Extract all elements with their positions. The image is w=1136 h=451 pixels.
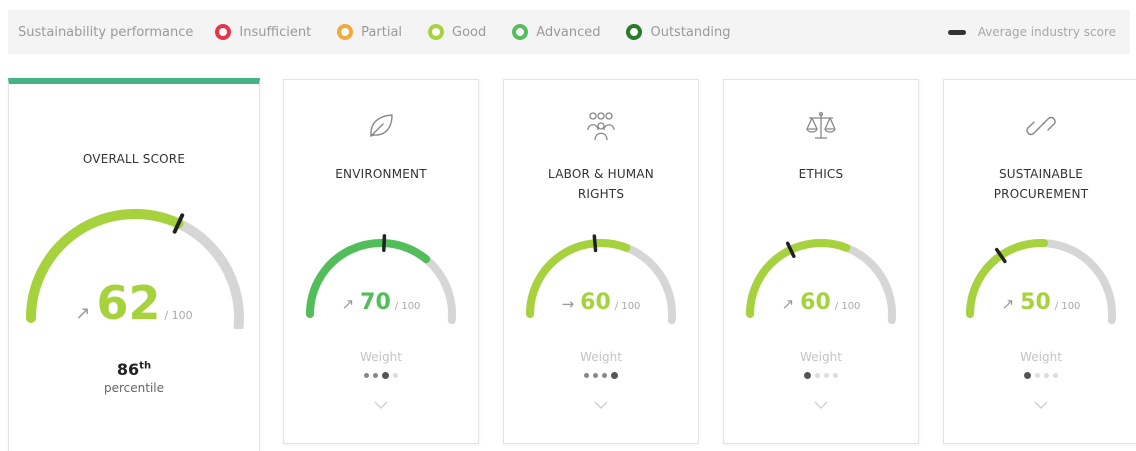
- category-score-max: / 100: [614, 301, 641, 312]
- category-score: ↗ 50 / 100: [944, 290, 1136, 315]
- weight-dot: [393, 373, 398, 378]
- chevron-down-icon[interactable]: [724, 400, 918, 410]
- category-title: LABOR & HUMAN RIGHTS: [548, 167, 654, 201]
- category-card-sustainable-procurement[interactable]: SUSTAINABLE PROCUREMENT ↗ 50 / 100 Weigh…: [943, 79, 1136, 444]
- overall-score-card[interactable]: OVERALL SCORE ↗ 62 / 100 86th percentile: [8, 78, 260, 451]
- category-card-ethics[interactable]: ETHICS ↗ 60 / 100 Weight: [723, 79, 919, 444]
- industry-average-marker: [382, 234, 387, 253]
- legend-item-good: Good: [428, 24, 486, 40]
- category-card-labor-human-rights[interactable]: LABOR & HUMAN RIGHTS → 60 / 100 Weight: [503, 79, 699, 444]
- weight-label: Weight: [360, 350, 402, 364]
- weight-dot: [804, 372, 811, 379]
- weight-dot: [1044, 373, 1049, 378]
- weight-indicator: [944, 372, 1136, 379]
- category-score: ↗ 60 / 100: [724, 290, 918, 315]
- percentile-label: percentile: [103, 381, 164, 395]
- category-score-number: 60: [800, 290, 831, 315]
- overall-score-max: / 100: [164, 309, 193, 322]
- weight-label: Weight: [580, 350, 622, 364]
- trend-up-icon: ↗: [75, 303, 91, 324]
- weight-dot: [824, 373, 829, 378]
- legend-item-outstanding: Outstanding: [626, 24, 730, 40]
- legend-item-advanced: Advanced: [512, 24, 600, 40]
- category-score: → 60 / 100: [504, 290, 698, 315]
- category-card-environment[interactable]: ENVIRONMENT ↗ 70 / 100 Weight: [283, 79, 479, 444]
- insufficient-dot-icon: [215, 24, 232, 40]
- legend-label: Advanced: [536, 24, 601, 40]
- overall-score-title: OVERALL SCORE: [82, 152, 186, 166]
- legend-title: Sustainability performance: [18, 24, 194, 40]
- weight-dot: [1053, 373, 1058, 378]
- category-score-max: / 100: [1054, 301, 1081, 312]
- good-dot-icon: [428, 24, 445, 40]
- legend-label: Good: [452, 24, 487, 40]
- category-title: SUSTAINABLE PROCUREMENT: [993, 167, 1089, 201]
- legend-bar: Sustainability performance Insufficient …: [8, 10, 1130, 54]
- chevron-down-icon[interactable]: [284, 400, 478, 410]
- scales-icon: [724, 110, 918, 144]
- weight-label: Weight: [1020, 350, 1062, 364]
- trend-up-icon: ↗: [781, 295, 795, 313]
- trend-up-icon: ↗: [1001, 295, 1015, 313]
- chevron-down-icon[interactable]: [504, 400, 698, 410]
- percentile-block: 86th percentile: [9, 360, 259, 395]
- overall-score-value: ↗ 62 / 100: [9, 276, 259, 330]
- weight-dot: [815, 373, 820, 378]
- category-title: ETHICS: [798, 167, 844, 181]
- category-score-max: / 100: [834, 301, 861, 312]
- legend-label: Insufficient: [239, 24, 312, 40]
- industry-average-marker: [592, 234, 598, 253]
- chevron-down-icon[interactable]: [944, 400, 1136, 410]
- outstanding-dot-icon: [626, 24, 643, 40]
- trend-flat-icon: →: [561, 295, 575, 313]
- overall-score-number: 62: [96, 276, 161, 330]
- weight-indicator: [724, 372, 918, 379]
- weight-dot: [833, 373, 838, 378]
- partial-dot-icon: [337, 24, 354, 40]
- percentile-number: 86th: [116, 360, 152, 379]
- weight-dot: [593, 373, 598, 378]
- weight-dot: [1035, 373, 1040, 378]
- legend-average-industry: Average industry score: [947, 10, 1116, 54]
- advanced-dot-icon: [512, 24, 529, 40]
- average-marker-icon: [947, 29, 966, 35]
- category-score-max: / 100: [394, 301, 421, 312]
- link-icon: [944, 110, 1136, 144]
- weight-dot: [584, 373, 589, 378]
- weight-indicator: [504, 372, 698, 379]
- category-score-number: 50: [1020, 290, 1051, 315]
- weight-label: Weight: [800, 350, 842, 364]
- category-score: ↗ 70 / 100: [284, 290, 478, 315]
- legend-item-insufficient: Insufficient: [215, 24, 311, 40]
- category-score-number: 60: [580, 290, 611, 315]
- leaf-icon: [284, 110, 478, 144]
- legend-label: Partial: [361, 24, 403, 40]
- legend-label: Outstanding: [650, 24, 731, 40]
- people-icon: [504, 110, 698, 144]
- legend-item-partial: Partial: [337, 24, 402, 40]
- weight-dot: [1024, 372, 1031, 379]
- category-score-number: 70: [360, 290, 391, 315]
- weight-indicator: [284, 372, 478, 379]
- weight-dot: [373, 373, 378, 378]
- weight-dot: [602, 373, 607, 378]
- category-title: ENVIRONMENT: [335, 167, 427, 181]
- weight-dot: [364, 373, 369, 378]
- trend-up-icon: ↗: [341, 295, 355, 313]
- weight-dot: [382, 372, 389, 379]
- weight-dot: [611, 372, 618, 379]
- legend-average-label: Average industry score: [977, 25, 1116, 39]
